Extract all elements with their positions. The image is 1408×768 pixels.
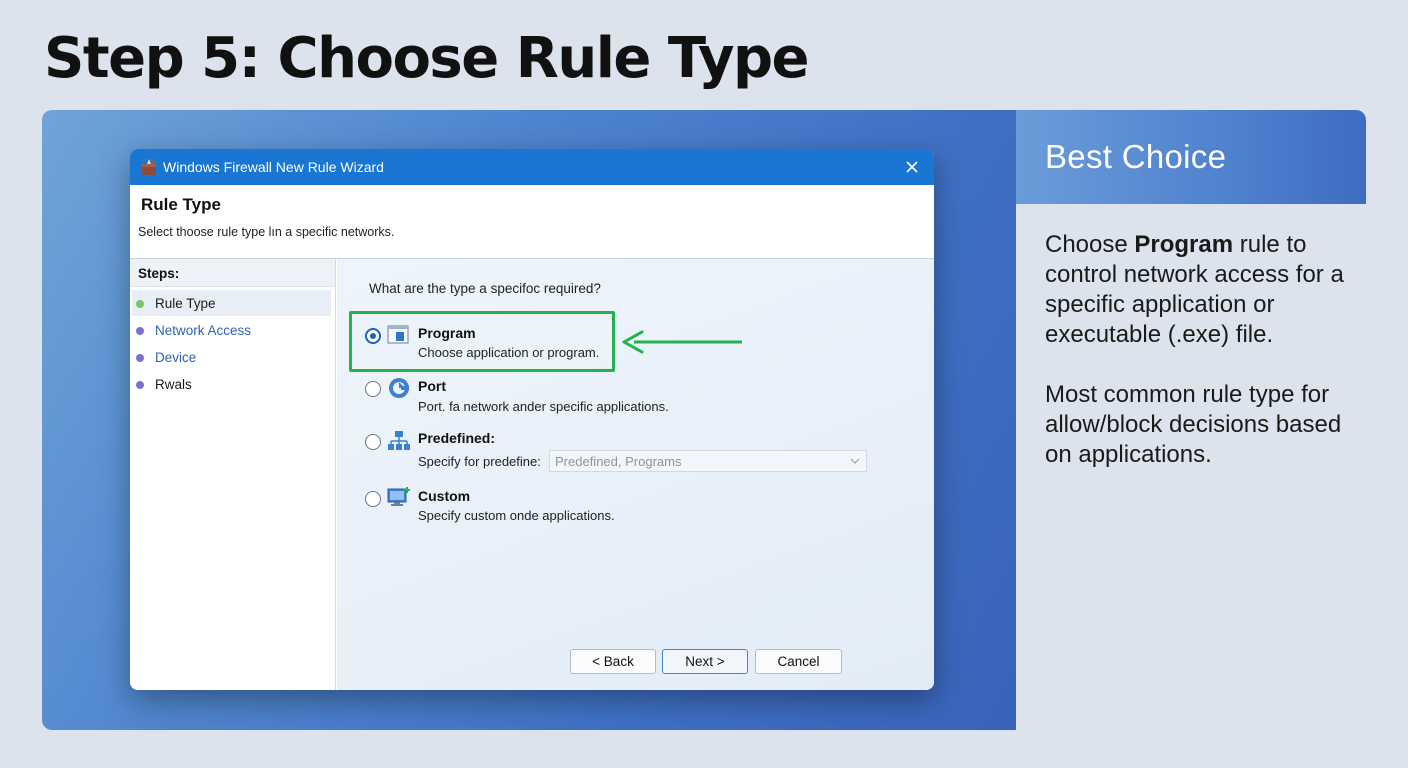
section-title: Rule Type (141, 195, 221, 214)
predefined-select-value: Predefined, Programs (555, 454, 682, 469)
cancel-button[interactable]: Cancel (755, 649, 842, 674)
best-choice-title: Best Choice (1045, 138, 1227, 175)
section-subtitle: Select thoose rule type lın a specific n… (138, 225, 395, 239)
port-icon (389, 378, 409, 398)
dialog-title: Windows Firewall New Rule Wizard (163, 159, 384, 175)
option-predefined-title[interactable]: Predefined: (418, 430, 495, 446)
option-custom-desc: Specify custom onde applications. (418, 508, 615, 523)
step-label: Rwals (155, 377, 192, 392)
best-choice-header: Best Choice (1016, 110, 1366, 204)
best-choice-paragraph-2: Most common rule type for allow/block de… (1045, 381, 1342, 468)
option-program-title[interactable]: Program (418, 325, 476, 341)
option-predefined-desc: Specify for predefine: (418, 454, 541, 469)
rule-wizard-dialog: Windows Firewall New Rule Wizard Rule Ty… (130, 149, 934, 690)
steps-header: Steps: (130, 259, 335, 287)
radio-port[interactable] (365, 381, 381, 397)
custom-monitor-icon (387, 487, 410, 506)
step-network-access[interactable]: Network Access (132, 317, 331, 343)
p1-bold: Program (1134, 231, 1234, 258)
step-dot (136, 300, 144, 308)
option-port-title[interactable]: Port (418, 378, 446, 394)
firewall-app-icon (142, 158, 156, 175)
network-tree-icon (388, 431, 410, 450)
chevron-down-icon (850, 458, 860, 464)
best-choice-panel: Best Choice Choose Program rule to contr… (1016, 110, 1366, 730)
step-label: Network Access (155, 323, 252, 338)
question-text: What are the type a specifoc required? (369, 281, 601, 296)
close-icon[interactable] (900, 155, 924, 179)
step-label: Rule Type (155, 296, 216, 311)
steps-title: Steps: (138, 266, 180, 281)
steps-panel: Steps: Rule Type Network Access Device R… (130, 259, 336, 690)
best-choice-paragraph-1: Choose Program rule to control network a… (1045, 230, 1365, 350)
next-button[interactable]: Next > (662, 649, 748, 674)
step-rwals[interactable]: Rwals (132, 371, 331, 397)
step-dot (136, 381, 144, 389)
back-button[interactable]: < Back (570, 649, 656, 674)
radio-program[interactable] (365, 328, 381, 344)
page-title: Step 5: Choose Rule Type (44, 26, 810, 91)
green-arrow-icon (622, 330, 742, 354)
title-bar[interactable]: Windows Firewall New Rule Wizard (130, 149, 934, 185)
options-panel: What are the type a specifoc required? P… (337, 259, 934, 690)
step-label: Device (155, 350, 197, 365)
step-dot (136, 354, 144, 362)
step-rule-type[interactable]: Rule Type (132, 290, 331, 316)
close-x-icon (906, 161, 918, 173)
screenshot-backdrop: Windows Firewall New Rule Wizard Rule Ty… (42, 110, 1018, 730)
option-port-desc: Port. fa network ander specific applicat… (418, 399, 669, 414)
option-program-desc: Choose application or program. (418, 345, 600, 360)
step-device[interactable]: Device (132, 344, 331, 370)
radio-predefined[interactable] (365, 434, 381, 450)
p1-prefix: Choose (1045, 231, 1135, 258)
step-dot (136, 327, 144, 335)
predefined-select[interactable]: Predefined, Programs (549, 450, 867, 472)
program-window-icon (387, 325, 409, 344)
radio-custom[interactable] (365, 491, 381, 507)
option-custom-title[interactable]: Custom (418, 488, 470, 504)
